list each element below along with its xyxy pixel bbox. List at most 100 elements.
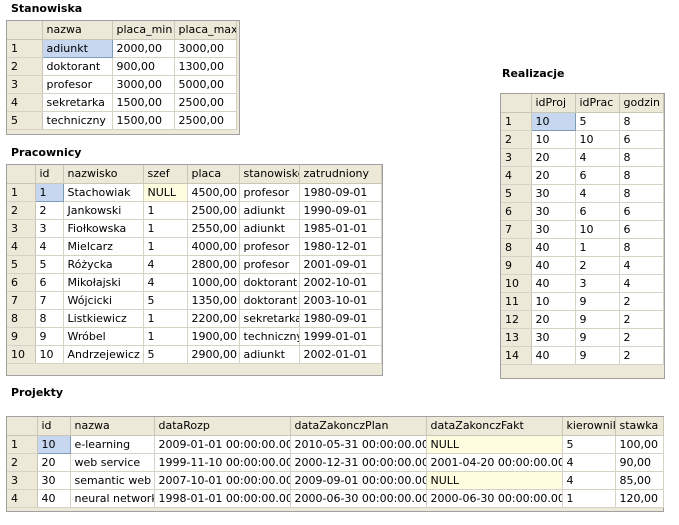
table-cell[interactable]: Wróbel (63, 327, 144, 346)
table-cell[interactable]: 20 (531, 148, 576, 167)
table-cell[interactable]: 5 (562, 435, 616, 454)
table-cell[interactable]: 3 (35, 219, 64, 238)
row-header[interactable]: 14 (501, 346, 532, 365)
table-cell[interactable]: 10 (530, 111, 576, 131)
table-cell[interactable]: 2000-06-30 00:00:00.000 (426, 489, 563, 508)
row-header[interactable]: 4 (7, 489, 38, 508)
table-cell[interactable]: 2002-01-01 (299, 345, 382, 364)
table-cell[interactable]: 5000,00 (174, 75, 237, 94)
pracownicy-column-header-placa[interactable]: placa (187, 165, 240, 184)
table-row[interactable]: 8 40 1 8 (501, 238, 664, 257)
table-cell[interactable]: Różycka (63, 255, 144, 274)
table-cell[interactable]: 9 (35, 327, 64, 346)
table-cell[interactable]: profesor (239, 237, 300, 256)
table-cell[interactable]: 4 (575, 184, 620, 203)
table-cell[interactable]: sekretarka (239, 309, 300, 328)
row-header[interactable]: 5 (7, 111, 43, 130)
pracownicy-column-header-stanowisko[interactable]: stanowisko (239, 165, 300, 184)
table-cell[interactable]: 2 (35, 201, 64, 220)
table-cell[interactable]: 2001-09-01 (299, 255, 382, 274)
table-cell[interactable]: 1999-01-01 (299, 327, 382, 346)
table-cell[interactable]: 5 (143, 345, 188, 364)
stanowiska-column-header-placa_min[interactable]: placa_min (112, 21, 175, 40)
table-cell[interactable]: 4 (619, 274, 664, 293)
row-header[interactable]: 7 (7, 291, 36, 310)
realizacje-grid[interactable]: idProj idPrac godzin 1 10 5 8 2 10 10 6 3 20 4 8 4 20 6 8 5… (500, 93, 665, 379)
table-cell[interactable]: 30 (37, 471, 71, 490)
table-cell[interactable]: 30 (531, 220, 576, 239)
table-row[interactable]: 3 profesor 3000,00 5000,00 (7, 75, 237, 94)
table-cell[interactable]: 1500,00 (112, 111, 175, 130)
table-cell[interactable]: 1980-09-01 (299, 309, 382, 328)
table-cell[interactable]: 6 (619, 220, 664, 239)
table-cell[interactable]: 10 (36, 434, 71, 454)
table-cell[interactable]: techniczny (239, 327, 300, 346)
table-cell[interactable]: 1 (562, 489, 616, 508)
table-row[interactable]: 5 techniczny 1500,00 2500,00 (7, 111, 237, 130)
projekty-corner-header[interactable] (7, 417, 38, 436)
table-cell[interactable]: 40 (531, 238, 576, 257)
table-cell[interactable]: 2500,00 (174, 93, 237, 112)
row-header[interactable]: 6 (7, 273, 36, 292)
table-cell[interactable]: 9 (575, 310, 620, 329)
row-header[interactable]: 9 (501, 256, 532, 275)
table-cell[interactable]: 2200,00 (187, 309, 240, 328)
table-cell[interactable]: 2 (619, 346, 664, 365)
table-cell[interactable]: 1 (143, 309, 188, 328)
table-cell[interactable]: 1 (143, 327, 188, 346)
table-cell[interactable]: Stachowiak (63, 183, 144, 202)
table-cell[interactable]: 2 (575, 256, 620, 275)
table-cell[interactable]: Fiołkowska (63, 219, 144, 238)
table-cell[interactable]: 2 (619, 292, 664, 311)
table-cell[interactable]: 1985-01-01 (299, 219, 382, 238)
table-cell[interactable]: 1 (143, 237, 188, 256)
table-cell[interactable]: e-learning (70, 435, 155, 454)
row-header[interactable]: 8 (501, 238, 532, 257)
table-cell[interactable]: 1990-09-01 (299, 201, 382, 220)
row-header[interactable]: 4 (501, 166, 532, 185)
table-cell[interactable]: 2001-04-20 00:00:00.000 (426, 453, 563, 472)
row-header[interactable]: 3 (501, 148, 532, 167)
stanowiska-corner-header[interactable] (7, 21, 43, 40)
table-cell[interactable]: 4 (143, 255, 188, 274)
table-cell[interactable]: 1900,00 (187, 327, 240, 346)
table-cell[interactable]: 7 (35, 291, 64, 310)
table-row[interactable]: 3 20 4 8 (501, 148, 664, 167)
table-cell[interactable]: techniczny (42, 111, 113, 130)
table-cell[interactable]: 2000-12-31 00:00:00.000 (290, 453, 427, 472)
table-cell[interactable]: 2003-10-01 (299, 291, 382, 310)
row-header[interactable]: 2 (7, 201, 36, 220)
table-cell[interactable]: 2010-05-31 00:00:00.000 (290, 435, 427, 454)
table-row[interactable]: 4 40 neural network 1998-01-01 00:00:00.000… (7, 489, 664, 508)
table-cell[interactable]: 8 (619, 166, 664, 185)
table-cell[interactable]: 1 (143, 219, 188, 238)
table-cell[interactable]: 5 (143, 291, 188, 310)
pracownicy-column-header-id[interactable]: id (35, 165, 64, 184)
pracownicy-column-header-nazwisko[interactable]: nazwisko (63, 165, 144, 184)
table-cell[interactable]: 4 (35, 237, 64, 256)
row-header[interactable]: 13 (501, 328, 532, 347)
table-cell[interactable]: 4 (143, 273, 188, 292)
table-cell[interactable]: 2000,00 (112, 39, 175, 58)
table-row[interactable]: 8 8 Listkiewicz 1 2200,00 sekretarka 1980-09-0… (7, 309, 382, 328)
table-cell[interactable]: doktorant (239, 273, 300, 292)
table-cell[interactable]: 900,00 (112, 57, 175, 76)
table-row[interactable]: 5 5 Różycka 4 2800,00 profesor 2001-09-01 (7, 255, 382, 274)
table-row[interactable]: 1 1 Stachowiak NULL 4500,00 profesor 1980-09-0… (7, 182, 382, 202)
realizacje-column-header-godzin[interactable]: godzin (619, 94, 664, 113)
row-header[interactable]: 5 (7, 255, 36, 274)
table-cell[interactable]: 2550,00 (187, 219, 240, 238)
table-cell[interactable]: 20 (37, 453, 71, 472)
row-header[interactable]: 1 (7, 183, 36, 202)
table-cell[interactable]: NULL (426, 435, 563, 454)
projekty-grid[interactable]: id nazwa dataRozp dataZakonczPlan dataZakonc… (6, 416, 664, 512)
realizacje-column-header-idprac[interactable]: idPrac (575, 94, 620, 113)
table-row[interactable]: 9 40 2 4 (501, 256, 664, 275)
table-cell[interactable]: 2 (619, 310, 664, 329)
table-cell[interactable]: 4 (562, 471, 616, 490)
table-cell[interactable]: 6 (619, 130, 664, 149)
table-cell[interactable]: 6 (35, 273, 64, 292)
row-header[interactable]: 1 (7, 435, 38, 454)
table-cell[interactable]: 1 (34, 182, 64, 202)
table-cell[interactable]: Wójcicki (63, 291, 144, 310)
